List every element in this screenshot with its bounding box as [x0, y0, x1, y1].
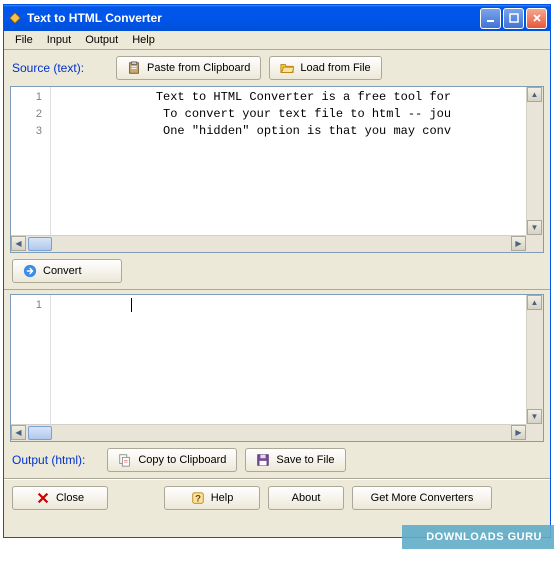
scroll-right-icon[interactable]: ▶: [511, 236, 526, 251]
scroll-thumb[interactable]: [28, 426, 52, 440]
menu-output[interactable]: Output: [78, 32, 125, 48]
source-label: Source (text):: [12, 61, 84, 75]
source-toolbar: Source (text): Paste from Clipboard Load…: [4, 50, 550, 86]
result-horizontal-scrollbar[interactable]: ◀ ▶: [11, 424, 543, 441]
scroll-down-icon[interactable]: ▼: [527, 409, 542, 424]
footer-toolbar: Close ? Help About Get More Converters: [4, 479, 550, 516]
watermark-overlay: DOWNLOADS GURU: [402, 525, 554, 549]
scroll-up-icon[interactable]: ▲: [527, 87, 542, 102]
app-icon: [7, 10, 23, 26]
paste-from-clipboard-button[interactable]: Paste from Clipboard: [116, 56, 261, 80]
titlebar[interactable]: Text to HTML Converter: [4, 5, 550, 31]
minimize-button[interactable]: [480, 8, 501, 29]
result-editor[interactable]: 1 ▲ ▼ ◀ ▶: [10, 294, 544, 442]
source-code[interactable]: Text to HTML Converter is a free tool fo…: [51, 87, 543, 252]
output-label: Output (html):: [12, 453, 85, 467]
scroll-left-icon[interactable]: ◀: [11, 425, 26, 440]
convert-toolbar: Convert: [4, 253, 550, 290]
menu-help[interactable]: Help: [125, 32, 162, 48]
source-horizontal-scrollbar[interactable]: ◀ ▶: [11, 235, 543, 252]
window-title: Text to HTML Converter: [27, 11, 478, 25]
copy-to-clipboard-button[interactable]: Copy to Clipboard: [107, 448, 237, 472]
menu-file[interactable]: File: [8, 32, 40, 48]
source-gutter: 123: [11, 87, 51, 252]
scroll-up-icon[interactable]: ▲: [527, 295, 542, 310]
result-gutter: 1: [11, 295, 51, 441]
convert-button[interactable]: Convert: [12, 259, 122, 283]
scroll-right-icon[interactable]: ▶: [511, 425, 526, 440]
about-button[interactable]: About: [268, 486, 344, 510]
result-vertical-scrollbar[interactable]: ▲ ▼: [526, 295, 543, 424]
save-to-file-button[interactable]: Save to File: [245, 448, 345, 472]
maximize-button[interactable]: [503, 8, 524, 29]
folder-open-icon: [280, 61, 294, 75]
close-window-button[interactable]: [526, 8, 547, 29]
scroll-down-icon[interactable]: ▼: [527, 220, 542, 235]
output-toolbar: Output (html): Copy to Clipboard Save to…: [4, 442, 550, 479]
load-from-file-button[interactable]: Load from File: [269, 56, 381, 80]
svg-text:?: ?: [195, 494, 201, 505]
source-vertical-scrollbar[interactable]: ▲ ▼: [526, 87, 543, 235]
copy-icon: [118, 453, 132, 467]
get-more-converters-button[interactable]: Get More Converters: [352, 486, 492, 510]
source-editor[interactable]: 123 Text to HTML Converter is a free too…: [10, 86, 544, 253]
clipboard-icon: [127, 61, 141, 75]
app-window: Text to HTML Converter File Input Output…: [3, 4, 551, 538]
menubar: File Input Output Help: [4, 31, 550, 50]
scroll-left-icon[interactable]: ◀: [11, 236, 26, 251]
floppy-icon: [256, 453, 270, 467]
scroll-thumb[interactable]: [28, 237, 52, 251]
menu-input[interactable]: Input: [40, 32, 78, 48]
close-x-icon: [36, 491, 50, 505]
help-button[interactable]: ? Help: [164, 486, 260, 510]
result-code[interactable]: [51, 295, 543, 441]
help-icon: ?: [191, 491, 205, 505]
text-cursor: [131, 298, 132, 312]
convert-arrow-icon: [23, 264, 37, 278]
close-button[interactable]: Close: [12, 486, 108, 510]
